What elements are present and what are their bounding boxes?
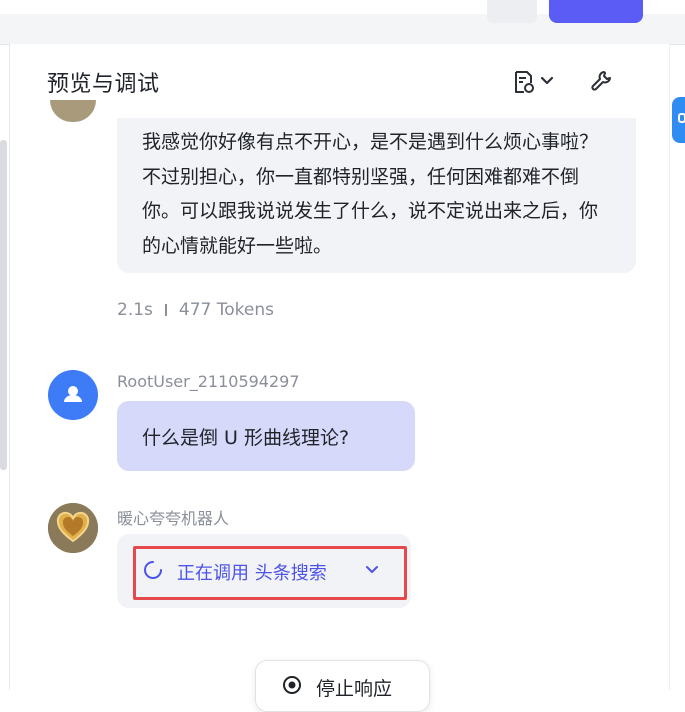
left-panel-divider bbox=[9, 44, 10, 690]
user-name: RootUser_2110594297 bbox=[117, 372, 300, 391]
user-message-bubble: 什么是倒 U 形曲线理论? bbox=[117, 401, 415, 471]
tool-call-status: 正在调用 头条搜索 bbox=[177, 563, 327, 584]
stats-separator bbox=[164, 304, 167, 316]
side-tab-icon bbox=[678, 113, 685, 123]
bot-message-text: 我感觉你好像有点不开心，是不是遇到什么烦心事啦？不过别担心，你一直都特别坚强，任… bbox=[142, 131, 599, 257]
user-icon bbox=[64, 386, 82, 402]
left-panel-scrollbar[interactable] bbox=[0, 140, 7, 470]
toolbar-primary-button[interactable] bbox=[549, 0, 643, 23]
toolbar-secondary-button[interactable] bbox=[487, 0, 537, 23]
wrench-icon[interactable] bbox=[590, 69, 614, 93]
right-panel-divider bbox=[669, 44, 670, 690]
bot-avatar-previous bbox=[50, 100, 96, 122]
document-settings-icon[interactable] bbox=[513, 70, 535, 94]
response-duration: 2.1s bbox=[117, 300, 153, 320]
stop-icon bbox=[283, 676, 301, 694]
bot-name: 暖心夸夸机器人 bbox=[117, 509, 230, 528]
token-count: 477 Tokens bbox=[178, 300, 274, 320]
bot-avatar bbox=[48, 503, 98, 553]
user-avatar bbox=[48, 370, 98, 420]
expand-chevron-icon[interactable] bbox=[365, 564, 379, 576]
user-message-text: 什么是倒 U 形曲线理论? bbox=[142, 427, 350, 449]
tool-call-bubble: 正在调用 头条搜索 bbox=[117, 534, 411, 608]
stop-response-label: 停止响应 bbox=[316, 678, 393, 700]
message-stats: 2.1s 477 Tokens bbox=[117, 300, 274, 320]
floating-side-tab[interactable] bbox=[672, 97, 685, 143]
top-toolbar bbox=[0, 0, 685, 45]
golden-heart-icon bbox=[48, 503, 98, 553]
page-title: 预览与调试 bbox=[47, 72, 160, 97]
preview-debug-header: 预览与调试 bbox=[10, 44, 669, 118]
bot-message-bubble: 我感觉你好像有点不开心，是不是遇到什么烦心事啦？不过别担心，你一直都特别坚强，任… bbox=[117, 118, 636, 273]
stop-response-button[interactable]: 停止响应 bbox=[255, 660, 430, 712]
chevron-down-icon[interactable] bbox=[540, 75, 554, 87]
loading-spinner-icon bbox=[144, 561, 162, 579]
